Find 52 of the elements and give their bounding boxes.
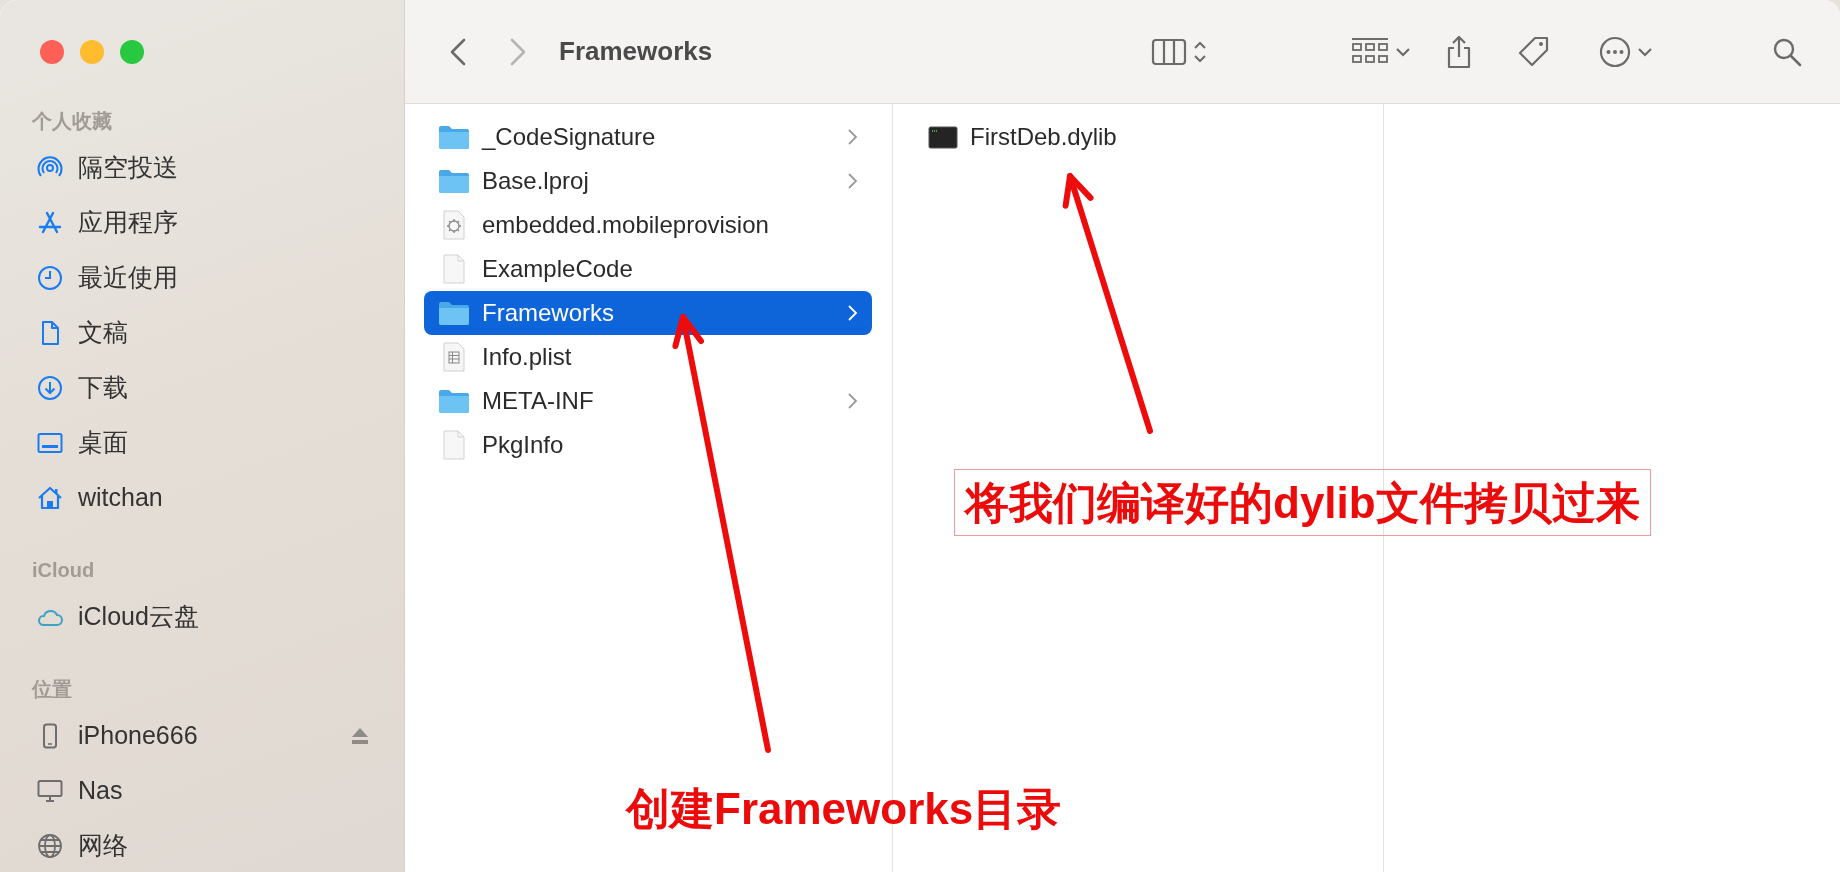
tag-button[interactable] xyxy=(1517,34,1551,69)
folder-icon xyxy=(438,124,470,150)
sidebar-item[interactable]: 应用程序 xyxy=(0,195,394,250)
sidebar-item[interactable]: witchan xyxy=(0,470,394,525)
file-row[interactable]: FirstDeb.dylib xyxy=(912,115,1363,159)
file-row[interactable]: META-INF xyxy=(424,379,872,423)
folder-icon xyxy=(438,388,470,414)
window-title: Frameworks xyxy=(559,36,713,67)
folder-icon xyxy=(438,168,470,194)
file-row[interactable]: PkgInfo xyxy=(424,423,872,467)
sidebar-item[interactable]: 桌面 xyxy=(0,415,394,470)
annotation-text: 将我们编译好的dylib文件拷贝过来 xyxy=(954,469,1651,537)
sidebar-heading: 个人收藏 xyxy=(31,109,113,134)
sidebar-item[interactable]: 网络 xyxy=(0,818,394,872)
sidebar-heading: iCloud xyxy=(31,558,96,583)
file-row[interactable]: ExampleCode xyxy=(424,247,872,291)
chevron-right-icon xyxy=(846,172,858,190)
file-row[interactable]: embedded.mobileprovision xyxy=(424,203,872,247)
download-icon xyxy=(36,373,64,402)
folder-icon xyxy=(438,300,470,326)
chevron-right-icon xyxy=(846,392,858,410)
sidebar-item[interactable]: 文稿 xyxy=(0,305,394,360)
annotation-text: 创建Frameworks目录 xyxy=(624,783,1063,835)
sidebar-heading: 位置 xyxy=(31,677,73,702)
clock-icon xyxy=(36,263,64,292)
ellipsis-circle-icon xyxy=(1599,35,1631,68)
chevron-down-icon xyxy=(1395,45,1411,58)
more-button[interactable] xyxy=(1599,35,1653,68)
columns-icon xyxy=(1151,37,1187,66)
search-icon xyxy=(1772,36,1802,67)
close-button[interactable] xyxy=(40,40,64,64)
view-mode-button[interactable] xyxy=(1151,37,1207,66)
sidebar-item[interactable]: 下载 xyxy=(0,360,394,415)
terminal-icon xyxy=(928,124,958,150)
search-button[interactable] xyxy=(1772,36,1802,67)
sidebar-item[interactable]: iCloud云盘 xyxy=(0,589,394,644)
file-row[interactable]: Base.lproj xyxy=(424,159,872,203)
chevron-down-icon xyxy=(1637,45,1653,58)
tag-icon xyxy=(1517,34,1551,69)
sidebar-item[interactable]: 隔空投送 xyxy=(0,140,394,195)
file-row[interactable]: Frameworks xyxy=(424,291,872,335)
chevron-right-icon xyxy=(846,128,858,146)
share-button[interactable] xyxy=(1445,34,1473,69)
file-row[interactable]: _CodeSignature xyxy=(424,115,872,159)
sidebar-item[interactable]: 最近使用 xyxy=(0,250,394,305)
share-icon xyxy=(1445,34,1473,69)
eject-icon[interactable] xyxy=(350,726,370,745)
globe-icon xyxy=(36,831,64,860)
file-row[interactable]: Info.plist xyxy=(424,335,872,379)
chevron-right-icon xyxy=(846,304,858,322)
sidebar-item[interactable]: iPhone666 xyxy=(0,708,394,763)
sidebar-item[interactable]: Nas xyxy=(0,763,394,818)
